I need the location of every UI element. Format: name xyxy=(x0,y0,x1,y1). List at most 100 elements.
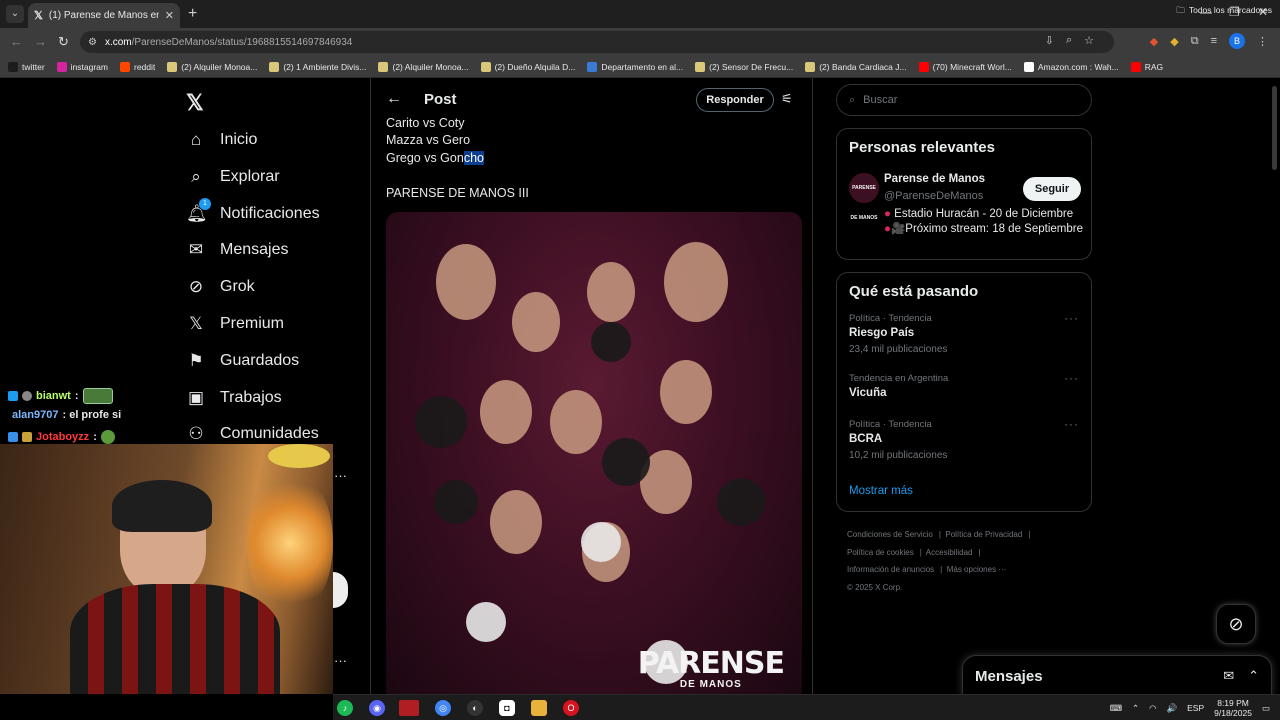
notifications-icon[interactable]: ▭ xyxy=(1262,703,1270,714)
bookmark-item[interactable]: twitter xyxy=(8,61,45,72)
nav-item-mensajes[interactable]: ✉ Mensajes xyxy=(186,240,289,260)
bookmark-item[interactable]: Departamento en al... xyxy=(587,61,683,72)
bookmark-item[interactable]: (2) Dueño Alquila D... xyxy=(480,61,575,72)
x-logo-icon[interactable]: 𝕏 xyxy=(186,90,204,116)
avatar[interactable]: PARENSE DE MANOS xyxy=(849,173,879,221)
post-image[interactable]: PARENSE DE MANOS xyxy=(386,212,802,694)
nav-item-inicio[interactable]: ⌂ Inicio xyxy=(186,130,258,150)
nav-item-guardados[interactable]: ⚑ Guardados xyxy=(186,351,299,371)
trend-name[interactable]: Vicuña xyxy=(849,387,887,399)
app-icon[interactable] xyxy=(399,700,419,716)
tab-search-button[interactable]: ⌄ xyxy=(6,5,24,23)
bookmark-item[interactable]: (70) Minecraft Worl... xyxy=(918,61,1012,72)
cookies-link[interactable]: Política de cookies xyxy=(847,548,914,557)
messages-drawer[interactable]: Mensajes ✉ ⌃ xyxy=(962,655,1272,694)
terms-link[interactable]: Condiciones de Servicio xyxy=(847,530,933,539)
trend-meta: Tendencia en Argentina xyxy=(849,373,949,384)
filter-sliders-icon[interactable]: ⚟ xyxy=(781,91,793,107)
app-icon[interactable]: ◘ xyxy=(499,700,515,716)
volume-icon[interactable]: 🔊 xyxy=(1167,703,1178,714)
more-options-icon[interactable]: ··· xyxy=(334,468,347,483)
nav-item-trabajos[interactable]: ▣ Trabajos xyxy=(186,388,282,408)
spotify-icon[interactable]: ♪ xyxy=(337,700,353,716)
grok-button[interactable]: ⊘ xyxy=(1216,604,1256,644)
account-handle[interactable]: @ParenseDeManos xyxy=(884,190,983,202)
nav-item-explorar[interactable]: ⌕ Explorar xyxy=(186,167,280,187)
show-more-link[interactable]: Mostrar más xyxy=(849,485,913,497)
privacy-link[interactable]: Política de Privacidad xyxy=(945,530,1022,539)
page-scrollbar[interactable] xyxy=(1272,86,1277,170)
discord-icon[interactable]: ◉ xyxy=(369,700,385,716)
trend-name[interactable]: BCRA xyxy=(849,433,882,445)
nav-item-notificaciones[interactable]: 🔔︎ 1 Notificaciones xyxy=(186,197,320,224)
bookmark-item[interactable]: (2) Alquiler Monoa... xyxy=(167,61,257,72)
nav-item-premium[interactable]: 𝕏 Premium xyxy=(186,314,284,334)
search-input[interactable]: ⌕ Buscar xyxy=(836,84,1092,116)
back-button[interactable]: ← xyxy=(10,34,23,49)
bookmark-label: reddit xyxy=(134,61,156,72)
more-options-link[interactable]: Más opciones ··· xyxy=(947,565,1007,574)
bookmark-item[interactable]: Amazon.com : Wah... xyxy=(1023,61,1119,72)
bookmark-item[interactable]: (2) 1 Ambiente Divis... xyxy=(269,61,366,72)
keyboard-icon[interactable]: ⌨ xyxy=(1110,703,1122,714)
zoom-icon[interactable]: ⌕ xyxy=(1066,34,1072,47)
reload-button[interactable]: ↻ xyxy=(58,34,69,50)
reply-button[interactable]: Responder xyxy=(696,88,774,112)
more-options-icon[interactable]: ··· xyxy=(1064,417,1079,431)
extension-icon-2[interactable]: ◆ xyxy=(1170,35,1178,48)
install-app-icon[interactable]: ⇩ xyxy=(1045,34,1054,47)
profile-avatar[interactable]: B xyxy=(1229,33,1245,49)
ads-info-link[interactable]: Información de anuncios xyxy=(847,565,934,574)
browser-tab-active[interactable]: 𝕏 (1) Parense de Manos en X: "Ya ✕ xyxy=(28,3,180,28)
bookmark-item[interactable]: (2) Banda Cardiaca J... xyxy=(805,61,907,72)
back-arrow-icon[interactable]: ← xyxy=(386,90,402,108)
close-tab-icon[interactable]: ✕ xyxy=(165,9,174,22)
chat-message: bianwt : xyxy=(8,388,113,404)
tray-chevron-icon[interactable]: ⌃ xyxy=(1132,703,1139,714)
bookmark-favicon-icon xyxy=(378,61,389,72)
wifi-icon[interactable]: ◠ xyxy=(1149,703,1156,714)
more-options-icon[interactable]: ··· xyxy=(1064,371,1079,385)
chat-message: Jotaboyzz : xyxy=(8,430,115,444)
clock[interactable]: 8:19 PM 9/18/2025 xyxy=(1214,698,1252,718)
accessibility-link[interactable]: Accesibilidad xyxy=(926,548,973,557)
trend-meta: Política · Tendencia xyxy=(849,313,932,324)
prime-badge-icon xyxy=(8,432,18,442)
account-menu-icon[interactable]: ··· xyxy=(334,653,347,668)
more-options-icon[interactable]: ··· xyxy=(1064,311,1079,325)
opera-icon[interactable]: O xyxy=(563,700,579,716)
nav-item-label: Explorar xyxy=(220,167,280,185)
bookmark-item[interactable]: (2) Alquiler Monoa... xyxy=(378,61,469,72)
new-message-icon[interactable]: ✉ xyxy=(1223,668,1234,684)
account-name[interactable]: Parense de Manos xyxy=(884,173,985,185)
obs-icon[interactable]: ◐ xyxy=(467,700,483,716)
site-info-icon[interactable]: ⚙ xyxy=(88,37,97,48)
nav-item-grok[interactable]: ⊘ Grok xyxy=(186,277,255,297)
bookmark-item[interactable]: instagram xyxy=(56,61,108,72)
language-indicator[interactable]: ESP xyxy=(1187,703,1204,713)
bookmark-item[interactable]: (2) Sensor De Frecu... xyxy=(695,61,793,72)
file-explorer-icon[interactable] xyxy=(531,700,547,716)
address-bar[interactable]: ⚙ x.com/ParenseDeManos/status/1968815514… xyxy=(80,31,1114,53)
new-tab-button[interactable]: + xyxy=(188,5,197,23)
forward-button[interactable]: → xyxy=(34,34,47,49)
bookmark-star-icon[interactable]: ☆ xyxy=(1084,34,1094,47)
chrome-menu-icon[interactable]: ⋮ xyxy=(1257,35,1268,48)
all-bookmarks-folder[interactable]: 🗀 Todos los marcadores xyxy=(1176,5,1272,19)
chrome-icon[interactable]: ◎ xyxy=(435,700,451,716)
extension-icon[interactable]: ◆ xyxy=(1150,35,1158,48)
x-icon: 𝕏 xyxy=(189,314,203,333)
crown-badge-icon xyxy=(22,432,32,442)
extensions-puzzle-icon[interactable]: ⧉ xyxy=(1191,35,1199,48)
media-controls-icon[interactable]: ≡ xyxy=(1211,35,1217,47)
bookmark-item[interactable]: reddit xyxy=(120,61,156,72)
bookmark-item[interactable]: RAG xyxy=(1130,61,1163,72)
expand-chevron-icon[interactable]: ⌃ xyxy=(1248,668,1259,684)
camera-icon: 🎥 xyxy=(890,222,906,235)
clock-date: 9/18/2025 xyxy=(1214,708,1252,718)
bookmark-favicon-icon xyxy=(480,61,491,72)
nav-item-comunidades[interactable]: ⚇ Comunidades xyxy=(186,424,318,444)
follow-button[interactable]: Seguir xyxy=(1023,177,1081,201)
trend-name[interactable]: Riesgo País xyxy=(849,327,914,339)
chat-username: alan9707 xyxy=(12,409,59,421)
